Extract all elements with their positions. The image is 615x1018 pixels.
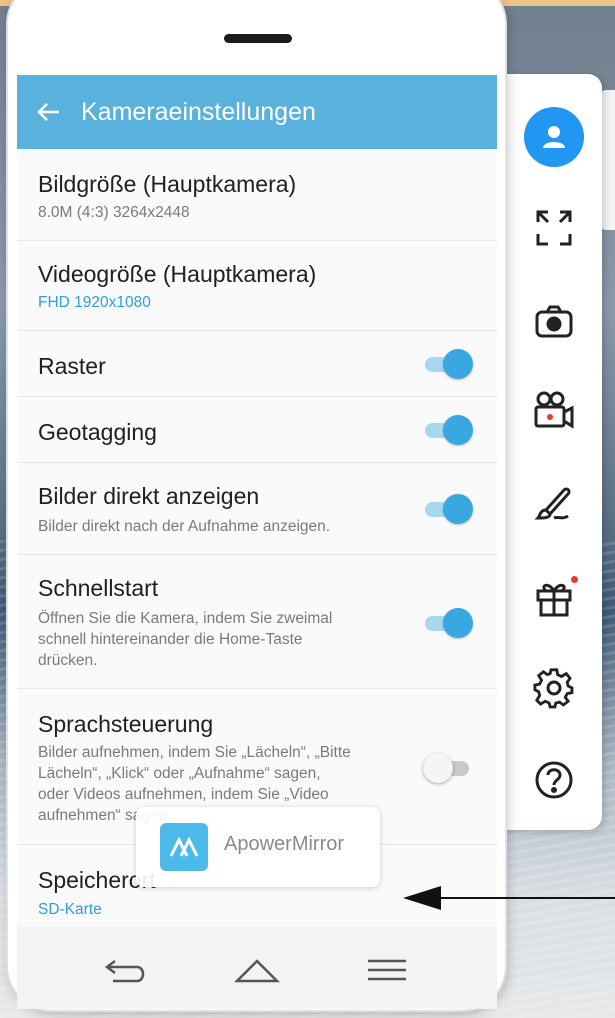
account-button[interactable] <box>518 104 590 170</box>
grid-toggle[interactable] <box>423 349 473 379</box>
mirror-side-toolbar <box>498 74 602 830</box>
setting-row-video-size[interactable]: Videogröße (Hauptkamera) FHD 1920x1080 <box>17 241 497 331</box>
setting-value: SD-Karte <box>38 901 102 918</box>
setting-row-review-pictures[interactable]: Bilder direkt anzeigen Bilder direkt nac… <box>17 463 497 555</box>
nav-home-button[interactable] <box>227 945 287 995</box>
back-icon <box>104 960 145 983</box>
gift-button[interactable] <box>518 570 590 626</box>
screenshot-button[interactable] <box>518 294 590 350</box>
voice-control-toggle[interactable] <box>423 753 473 783</box>
page-title: Kameraeinstellungen <box>81 97 316 126</box>
apowermirror-toast: ApowerMirror <box>136 807 380 887</box>
setting-title: Schnellstart <box>38 575 159 601</box>
nav-menu-button[interactable] <box>357 945 417 995</box>
quick-launch-toggle[interactable] <box>423 608 473 638</box>
setting-row-grid[interactable]: Raster <box>17 331 497 397</box>
setting-row-geotagging[interactable]: Geotagging <box>17 397 497 463</box>
user-icon <box>524 107 584 167</box>
geotagging-toggle[interactable] <box>423 415 473 445</box>
fullscreen-icon <box>536 210 572 246</box>
setting-title: Raster <box>38 353 106 379</box>
phone-speaker <box>224 34 292 43</box>
gift-icon <box>536 583 572 617</box>
draw-brush-icon <box>534 487 571 520</box>
setting-value: FHD 1920x1080 <box>38 294 151 311</box>
setting-row-image-size[interactable]: Bildgröße (Hauptkamera) 8.0M (4:3) 3264x… <box>17 149 497 241</box>
background-window-edge <box>600 90 615 230</box>
setting-title: Sprachsteuerung <box>38 711 214 737</box>
notification-badge <box>571 576 578 583</box>
setting-description-line: schnell hintereinander die Home-Taste <box>38 631 303 648</box>
screen-record-icon <box>534 391 574 429</box>
back-arrow-icon[interactable] <box>37 98 65 126</box>
android-nav-bar <box>17 927 497 1009</box>
setting-title: Geotagging <box>38 419 157 445</box>
app-bar: Kameraeinstellungen <box>17 75 497 149</box>
menu-icon <box>368 959 406 981</box>
setting-row-quick-launch[interactable]: Schnellstart Öffnen Sie die Kamera, inde… <box>17 555 497 689</box>
fullscreen-button[interactable] <box>518 200 590 256</box>
apowermirror-logo-icon <box>160 823 208 871</box>
toast-label: ApowerMirror <box>224 833 345 855</box>
setting-description-line: drücken. <box>38 652 98 669</box>
setting-description-line: oder Videos aufnehmen, indem Sie „Video <box>38 786 329 803</box>
setting-description-line: Bilder aufnehmen, indem Sie „Lächeln“, „… <box>38 744 351 761</box>
setting-description-line: Öffnen Sie die Kamera, indem Sie zweimal <box>38 610 333 627</box>
setting-title: Bildgröße (Hauptkamera) <box>38 171 297 197</box>
setting-description: Bilder direkt nach der Aufnahme anzeigen… <box>38 518 331 535</box>
setting-description-line: Lächeln“, „Klick“ oder „Aufnahme“ sagen, <box>38 765 321 782</box>
review-pictures-toggle[interactable] <box>423 494 473 524</box>
nav-back-button[interactable] <box>97 945 157 995</box>
setting-title: Videogröße (Hauptkamera) <box>38 261 317 287</box>
draw-button[interactable] <box>518 474 590 530</box>
camera-settings-screen: Kameraeinstellungen Bildgröße (Hauptkame… <box>17 75 497 927</box>
settings-button[interactable] <box>518 660 590 716</box>
setting-value: 8.0M (4:3) 3264x2448 <box>38 204 190 221</box>
screen-record-button[interactable] <box>518 382 590 438</box>
home-icon <box>234 959 280 983</box>
settings-gear-icon <box>533 668 574 709</box>
setting-title: Bilder direkt anzeigen <box>38 483 260 509</box>
annotation-arrow-icon <box>403 886 441 910</box>
screenshot-camera-icon <box>535 305 573 338</box>
help-icon <box>535 761 573 799</box>
help-button[interactable] <box>518 752 590 808</box>
annotation-arrow-line <box>440 897 615 899</box>
